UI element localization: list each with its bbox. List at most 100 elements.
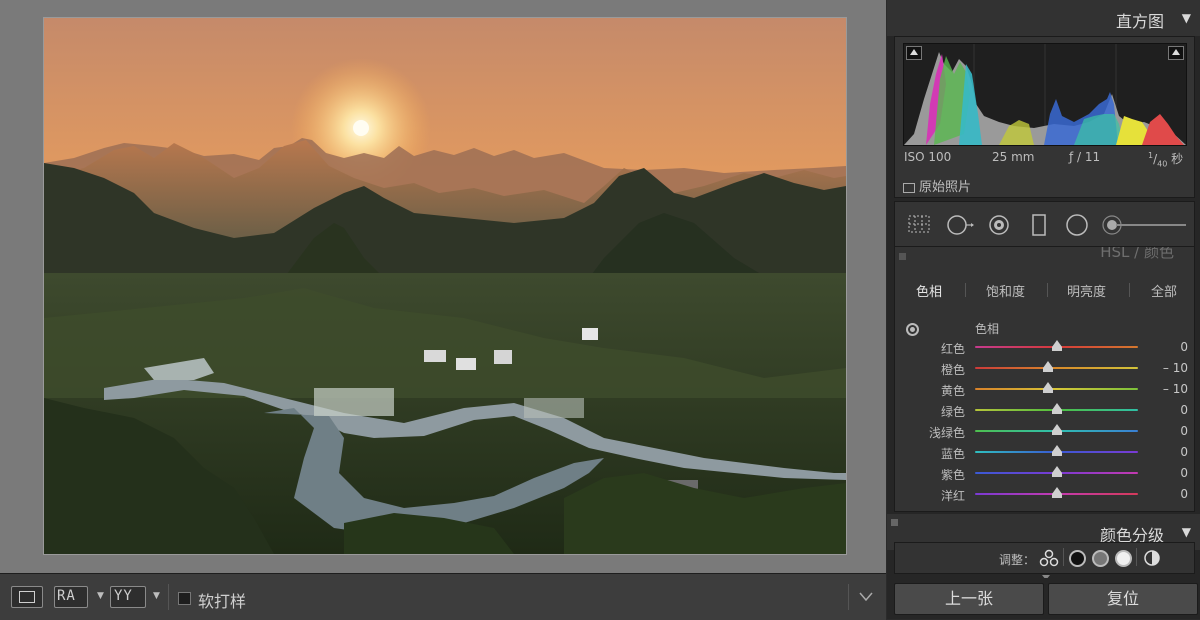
slider-thumb[interactable] xyxy=(1051,445,1062,456)
slider-value[interactable]: 0 xyxy=(1180,445,1188,459)
highlights-view-icon[interactable] xyxy=(1115,550,1132,567)
exif-iso: ISO 100 xyxy=(904,150,952,164)
slider-thumb[interactable] xyxy=(1051,403,1062,414)
before-after-icon: RA xyxy=(57,588,76,604)
highlight-clipping-toggle[interactable] xyxy=(1168,46,1184,60)
hsl-panel: HSL / 颜色 色相 饱和度 明亮度 全部 色相 红色 0 橙色 – 10 黄色 – 1… xyxy=(894,246,1195,512)
slider-label: 橙色 xyxy=(940,363,965,377)
slider-value[interactable]: 0 xyxy=(1180,466,1188,480)
slider-label: 黄色 xyxy=(940,384,965,398)
graduated-filter-icon[interactable] xyxy=(1031,214,1047,236)
panel-switch-icon[interactable] xyxy=(891,519,898,526)
slider-row: 洋红 0 xyxy=(895,485,1194,505)
loupe-view-icon xyxy=(19,591,35,603)
viewer-toolbar: RA ▼ YY ▼ 软打样 xyxy=(0,573,886,620)
yy-compare-button[interactable]: YY xyxy=(110,586,146,608)
slider-track[interactable] xyxy=(975,367,1138,369)
slider-thumb[interactable] xyxy=(1051,340,1062,351)
target-adjustment-icon[interactable] xyxy=(906,323,919,336)
view-separator xyxy=(1136,548,1137,566)
before-after-button[interactable]: RA xyxy=(54,586,88,608)
tab-all[interactable]: 全部 xyxy=(1151,281,1177,300)
view-separator xyxy=(1063,548,1064,566)
collapse-triangle-icon[interactable]: ▼ xyxy=(1182,525,1191,539)
slider-value[interactable]: – 10 xyxy=(1163,361,1188,375)
tab-separator xyxy=(965,283,966,297)
adjust-label: 调整： xyxy=(999,553,1036,567)
panel-switch-icon[interactable] xyxy=(899,253,906,260)
slider-thumb[interactable] xyxy=(1043,382,1054,393)
three-way-view-icon[interactable] xyxy=(1039,549,1059,567)
hsl-subheading: 色相 xyxy=(975,322,1000,336)
slider-value[interactable]: 0 xyxy=(1180,403,1188,417)
slider-row: 紫色 0 xyxy=(895,464,1194,484)
image-viewer xyxy=(0,0,886,573)
collapse-triangle-icon[interactable]: ▼ xyxy=(1182,11,1191,25)
tab-separator xyxy=(1129,283,1130,297)
brush-size-slider[interactable] xyxy=(1102,214,1188,236)
loupe-view-button[interactable] xyxy=(11,586,43,608)
hsl-tabs: 色相 饱和度 明亮度 全部 xyxy=(895,281,1194,301)
before-after-dropdown-icon[interactable]: ▼ xyxy=(97,591,104,601)
soft-proof-label: 软打样 xyxy=(198,592,247,611)
histogram-graph xyxy=(904,44,1186,145)
spot-removal-icon[interactable] xyxy=(946,214,976,236)
exif-aperture: ƒ / 11 xyxy=(1069,150,1101,164)
original-photo-label: 原始照片 xyxy=(919,180,972,195)
slider-thumb[interactable] xyxy=(1051,487,1062,498)
develop-panel: 直方图 ▼ ISO 100 25 mm ƒ / 11 1/40 秒 原始照片 H… xyxy=(887,0,1200,619)
landscape-photo xyxy=(44,18,846,554)
reset-button[interactable]: 复位 xyxy=(1048,583,1198,615)
histogram-plot[interactable] xyxy=(903,43,1187,146)
tab-hue[interactable]: 色相 xyxy=(916,281,942,300)
navigation-buttons: 上一张 复位 xyxy=(887,578,1200,619)
slider-label: 蓝色 xyxy=(940,447,965,461)
photo-preview[interactable] xyxy=(43,17,847,555)
previous-button[interactable]: 上一张 xyxy=(894,583,1044,615)
toolbar-divider xyxy=(168,584,169,610)
original-photo-checkbox[interactable] xyxy=(903,182,915,193)
toolbar-divider-right xyxy=(848,584,849,610)
slider-thumb[interactable] xyxy=(1043,361,1054,372)
slider-value[interactable]: 0 xyxy=(1180,424,1188,438)
global-view-icon[interactable] xyxy=(1143,549,1161,567)
slider-value[interactable]: – 10 xyxy=(1163,382,1188,396)
slider-value[interactable]: 0 xyxy=(1180,487,1188,501)
hsl-panel-title[interactable]: HSL / 颜色 xyxy=(1100,247,1174,262)
red-eye-icon[interactable] xyxy=(988,214,1010,236)
slider-value[interactable]: 0 xyxy=(1180,340,1188,354)
yy-icon: YY xyxy=(114,588,133,604)
slider-thumb[interactable] xyxy=(1051,466,1062,477)
soft-proof-checkbox[interactable] xyxy=(178,592,191,605)
shutter-unit: 秒 xyxy=(1171,152,1184,166)
shadows-view-icon[interactable] xyxy=(1069,550,1086,567)
histogram-header[interactable]: 直方图 ▼ xyxy=(887,0,1200,36)
slider-row: 红色 0 xyxy=(895,338,1194,358)
crop-overlay-icon[interactable] xyxy=(907,214,931,234)
triangle-icon xyxy=(1172,49,1180,55)
slider-track[interactable] xyxy=(975,388,1138,390)
slider-row: 浅绿色 0 xyxy=(895,422,1194,442)
slider-row: 蓝色 0 xyxy=(895,443,1194,463)
slider-row: 橙色 – 10 xyxy=(895,359,1194,379)
triangle-icon xyxy=(910,49,918,55)
tool-strip xyxy=(894,201,1195,247)
tab-separator xyxy=(1047,283,1048,297)
histogram-panel: ISO 100 25 mm ƒ / 11 1/40 秒 原始照片 xyxy=(894,36,1195,198)
original-photo-toggle[interactable]: 原始照片 xyxy=(903,176,971,195)
shutter-denominator: 40 xyxy=(1157,159,1168,169)
histogram-title: 直方图 xyxy=(1115,12,1164,31)
radial-filter-icon[interactable] xyxy=(1065,214,1089,236)
tab-saturation[interactable]: 饱和度 xyxy=(986,281,1025,300)
chevron-down-icon[interactable] xyxy=(859,592,873,601)
slider-thumb[interactable] xyxy=(1051,424,1062,435)
slider-row: 绿色 0 xyxy=(895,401,1194,421)
midtones-view-icon[interactable] xyxy=(1092,550,1109,567)
tab-luminance[interactable]: 明亮度 xyxy=(1067,281,1106,300)
exif-focal-length: 25 mm xyxy=(992,150,1035,164)
shutter-numerator: 1 xyxy=(1148,151,1154,160)
slider-label: 浅绿色 xyxy=(928,426,965,440)
yy-dropdown-icon[interactable]: ▼ xyxy=(153,591,160,601)
shadow-clipping-toggle[interactable] xyxy=(906,46,922,60)
slider-label: 红色 xyxy=(940,342,965,356)
